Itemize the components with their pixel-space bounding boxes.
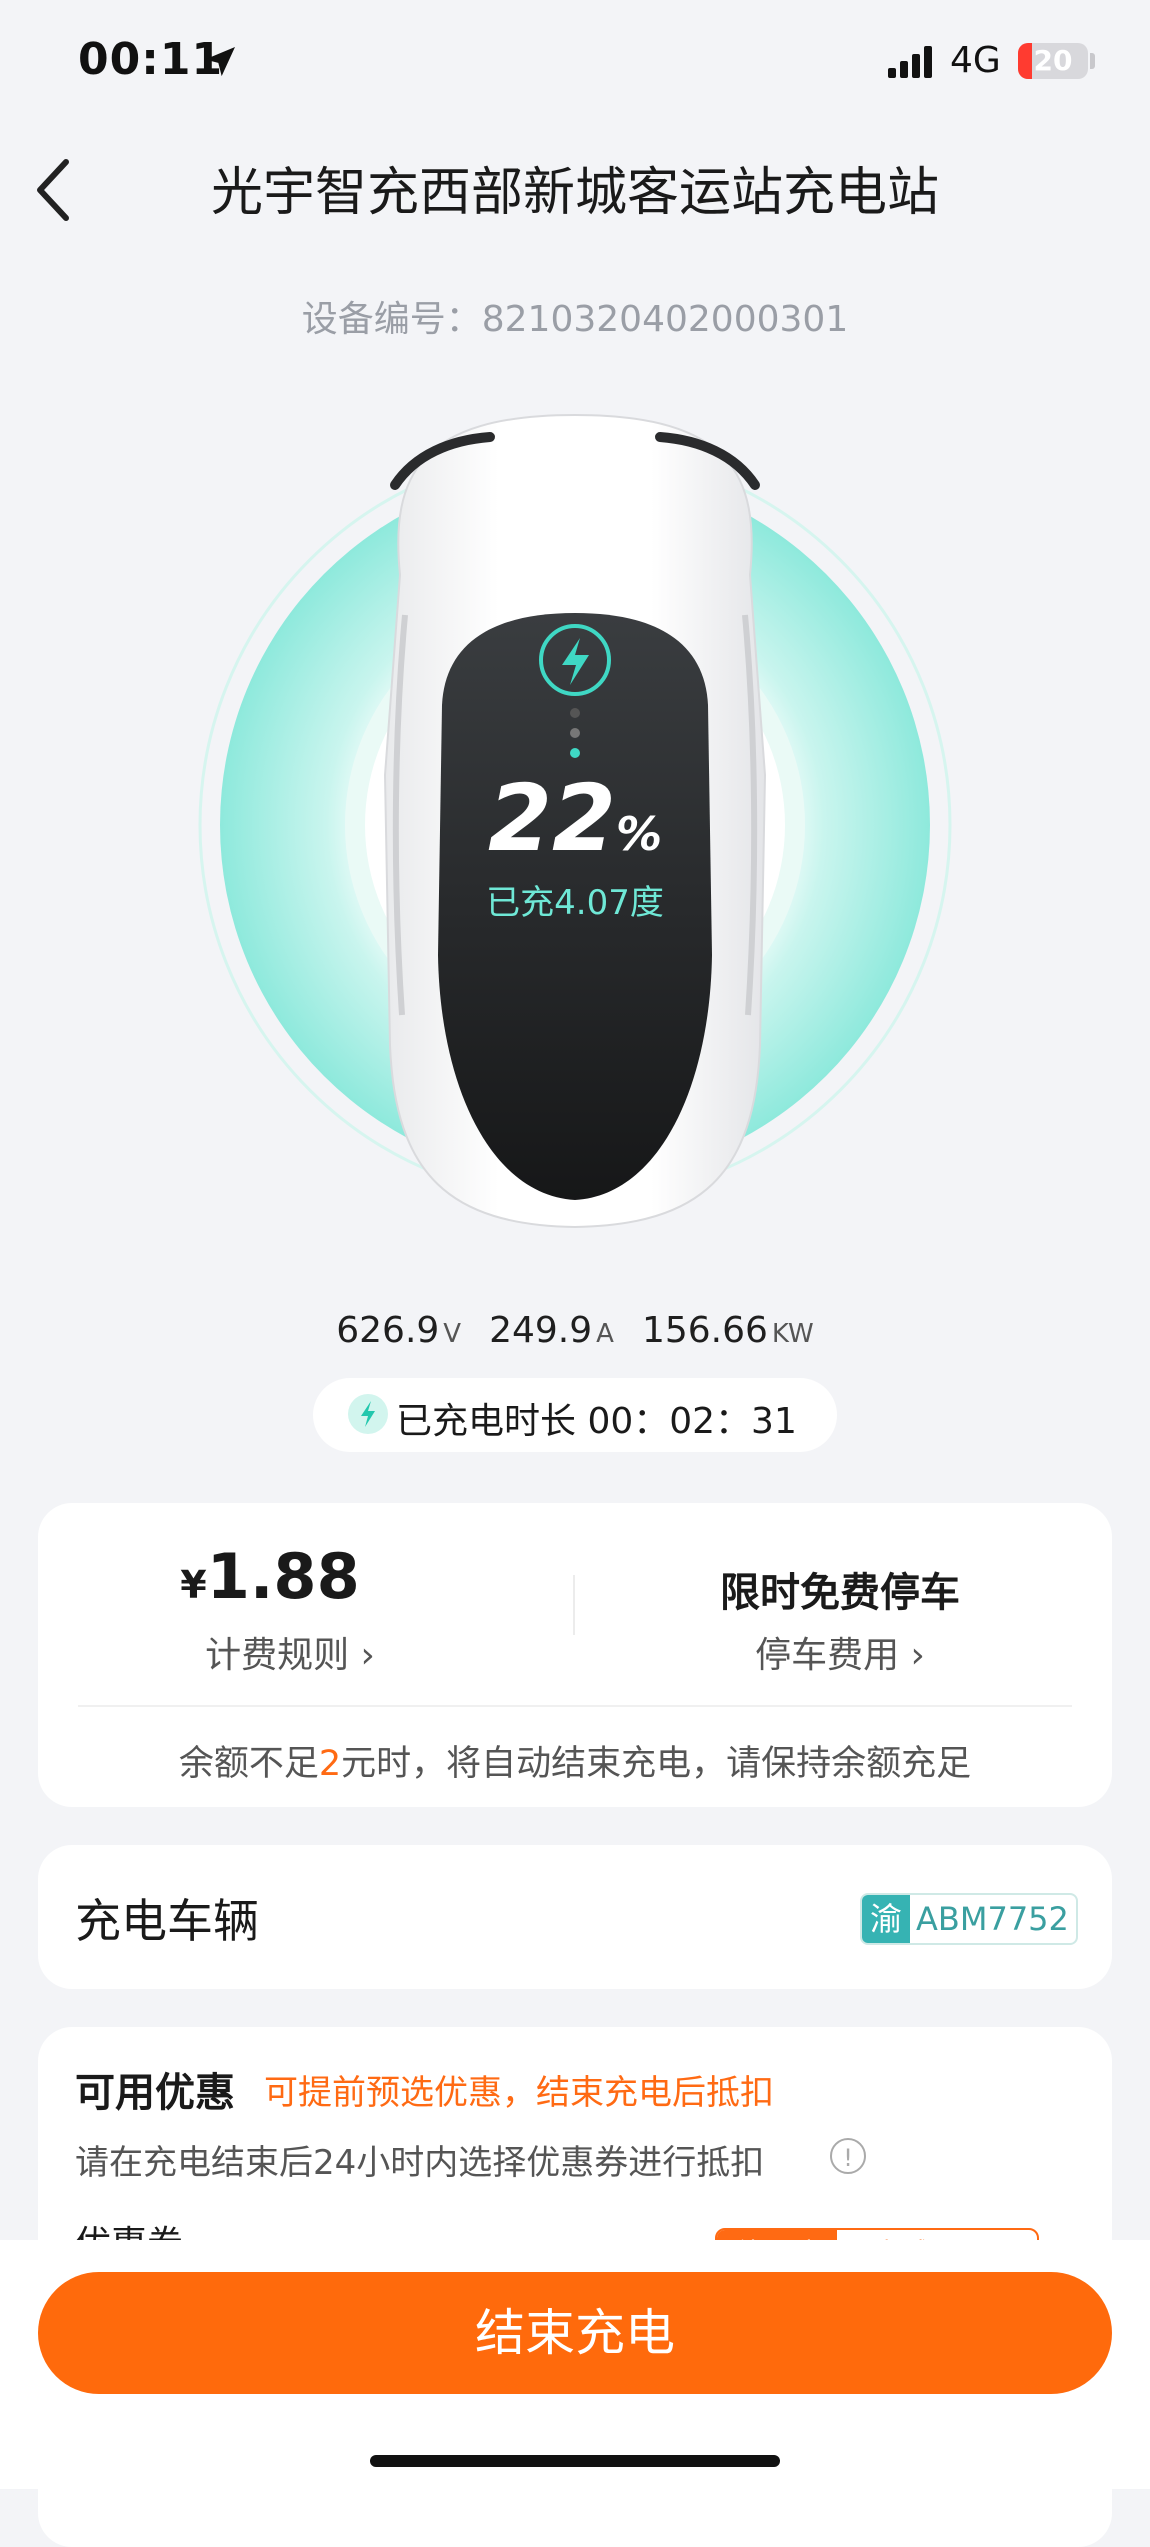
parking-title: 限时免费停车 — [720, 1570, 960, 1616]
vehicle-label: 充电车辆 — [75, 1894, 259, 1948]
signal-icon — [888, 46, 932, 78]
power-unit: KW — [771, 1319, 814, 1349]
voltage-unit: V — [443, 1319, 462, 1349]
current-value: 249.9 — [489, 1310, 593, 1351]
back-chevron-icon[interactable] — [30, 150, 80, 230]
promotions-title: 可用优惠 — [75, 2070, 235, 2116]
bolt-icon — [348, 1394, 388, 1434]
promotions-note: 请在充电结束后24小时内选择优惠券进行抵扣 — [75, 2143, 765, 2183]
price: ¥1.88 — [0, 1540, 540, 1613]
location-arrow-icon — [205, 47, 235, 77]
warning-prefix: 余额不足 — [178, 1744, 319, 1784]
promotions-subtitle: 可提前预选优惠，结束充电后抵扣 — [264, 2073, 774, 2113]
network-type: 4G — [950, 40, 1001, 81]
charging-metrics: 626.9 V 249.9 A 156.66 KW — [0, 1310, 1150, 1351]
home-indicator[interactable] — [370, 2455, 780, 2467]
balance-warning: 余额不足2元时，将自动结束充电，请保持余额充足 — [0, 1735, 1150, 1786]
charge-percent-value: 22 — [487, 765, 616, 872]
charging-duration: 已充电时长 00：02：31 — [396, 1401, 797, 1442]
plate-region: 渝 — [862, 1895, 910, 1943]
charge-percent: 22% — [0, 765, 1150, 872]
parking-fee-link[interactable]: 停车费用 › — [580, 1626, 1100, 1678]
warning-amount: 2 — [318, 1744, 342, 1784]
end-charging-button[interactable]: 结束充电 — [38, 2272, 1112, 2394]
divider — [78, 1705, 1072, 1707]
warning-suffix: 元时，将自动结束充电，请保持余额充足 — [341, 1744, 972, 1784]
voltage-value: 626.9 — [336, 1310, 440, 1351]
power-value: 156.66 — [641, 1310, 768, 1351]
charge-percent-sign: % — [615, 807, 663, 861]
info-icon[interactable]: ! — [830, 2138, 866, 2174]
current-unit: A — [596, 1319, 614, 1349]
device-number: 设备编号：8210320402000301 — [301, 299, 849, 340]
divider — [573, 1575, 575, 1635]
charged-energy: 已充4.07度 — [486, 883, 664, 923]
battery-percent: 20 — [1033, 44, 1073, 77]
price-symbol: ¥ — [180, 1563, 207, 1607]
page-title: 光宇智充西部新城客运站充电站 — [210, 163, 939, 223]
price-value: 1.88 — [206, 1540, 360, 1613]
plate-number: ABM7752 — [916, 1900, 1069, 1938]
battery-icon: 20 — [1018, 43, 1088, 79]
billing-rule-link[interactable]: 计费规则 › — [0, 1626, 580, 1678]
battery-tip — [1090, 53, 1095, 69]
